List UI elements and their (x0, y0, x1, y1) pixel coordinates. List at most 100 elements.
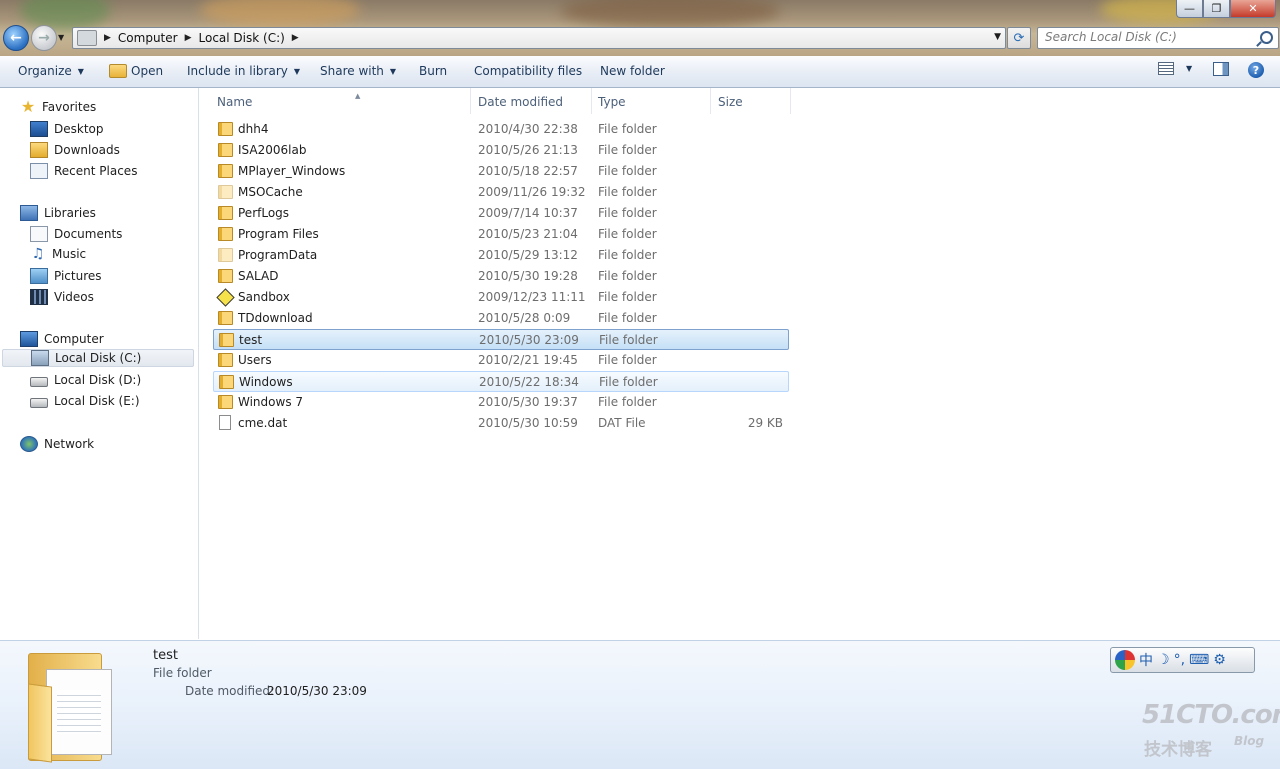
file-date-modified: 2009/7/14 10:37 (478, 206, 578, 220)
file-row[interactable]: Program Files 2010/5/23 21:04 File folder (213, 224, 787, 244)
nav-item-pictures[interactable]: Pictures (30, 268, 102, 284)
file-date-modified: 2010/5/30 19:28 (478, 269, 578, 283)
file-row[interactable]: Windows 2010/5/22 18:34 File folder (213, 371, 789, 392)
back-button[interactable]: ← (3, 25, 29, 51)
include-in-library-label: Include in library (187, 64, 288, 78)
burn-button[interactable]: Burn (419, 64, 447, 78)
refresh-icon: ⟳ (1013, 30, 1025, 46)
include-in-library-button[interactable]: Include in library ▼ (187, 64, 300, 78)
network-icon (20, 436, 38, 452)
file-row[interactable]: dhh4 2010/4/30 22:38 File folder (213, 119, 787, 139)
address-bar[interactable]: ▶ Computer ▶ Local Disk (C:) ▶ ▼ (72, 27, 1006, 49)
minimize-button[interactable]: — (1176, 0, 1203, 18)
breadcrumb-computer[interactable]: Computer (118, 31, 178, 45)
column-header-type[interactable]: Type (598, 93, 626, 111)
file-row[interactable]: ProgramData 2010/5/29 13:12 File folder (213, 245, 787, 265)
new-folder-button[interactable]: New folder (600, 64, 665, 78)
file-type: File folder (598, 143, 657, 157)
file-type: File folder (598, 206, 657, 220)
column-divider[interactable] (790, 88, 791, 114)
column-header-name[interactable]: Name ▲ (217, 92, 360, 111)
moon-icon[interactable]: ☽ (1157, 652, 1170, 668)
change-view-button[interactable]: ▼ (1158, 62, 1192, 75)
file-row[interactable]: SALAD 2010/5/30 19:28 File folder (213, 266, 787, 286)
column-header-size[interactable]: Size (718, 93, 743, 111)
folder-icon (218, 164, 233, 178)
nav-libraries[interactable]: Libraries (20, 205, 96, 221)
help-button[interactable]: ? (1248, 62, 1264, 78)
address-dropdown-icon[interactable]: ▼ (994, 32, 1001, 42)
share-with-button[interactable]: Share with ▼ (320, 64, 396, 78)
search-icon[interactable] (1260, 31, 1273, 44)
forward-button[interactable]: → (31, 25, 57, 51)
file-row[interactable]: MSOCache 2009/11/26 19:32 File folder (213, 182, 787, 202)
nav-label: Music (52, 247, 87, 261)
file-row[interactable]: TDdownload 2010/5/28 0:09 File folder (213, 308, 787, 328)
ime-chinese-mode[interactable]: 中 (1139, 650, 1153, 670)
watermark-site: 51CTO.com (1142, 700, 1280, 730)
watermark: 51CTO.com 技术博客 Blog (1142, 700, 1280, 762)
chevron-right-icon[interactable]: ▶ (185, 33, 192, 43)
breadcrumb-local-disk-c[interactable]: Local Disk (C:) (199, 31, 285, 45)
ime-toolbar[interactable]: 中 ☽ °, ⌨ ⚙ (1110, 647, 1255, 673)
pictures-icon (30, 268, 48, 284)
close-button[interactable]: ✕ (1230, 0, 1276, 18)
file-icon (219, 415, 231, 430)
nav-label: Local Disk (C:) (55, 351, 142, 365)
file-row[interactable]: Users 2010/2/21 19:45 File folder (213, 350, 787, 370)
music-note-icon: ♫ (31, 246, 45, 262)
folder-icon (218, 143, 233, 157)
compatibility-files-label: Compatibility files (474, 64, 583, 78)
column-divider[interactable] (710, 88, 711, 114)
file-name: MPlayer_Windows (238, 164, 346, 178)
nav-item-recent-places[interactable]: Recent Places (30, 163, 137, 179)
compatibility-files-button[interactable]: Compatibility files (474, 64, 582, 78)
file-row[interactable]: Sandbox 2009/12/23 11:11 File folder (213, 287, 787, 307)
file-date-modified: 2010/5/30 23:09 (479, 333, 579, 347)
file-row[interactable]: cme.dat 2010/5/30 10:59 DAT File 29 KB (213, 413, 787, 433)
search-box[interactable] (1037, 27, 1279, 49)
nav-item-local-disk-e[interactable]: Local Disk (E:) (30, 394, 140, 408)
file-row[interactable]: ISA2006lab 2010/5/26 21:13 File folder (213, 140, 787, 160)
refresh-button[interactable]: ⟳ (1007, 27, 1031, 49)
nav-network[interactable]: Network (20, 436, 94, 452)
punctuation-icon[interactable]: °, (1174, 652, 1185, 668)
nav-item-local-disk-d[interactable]: Local Disk (D:) (30, 373, 141, 387)
maximize-button[interactable]: ❐ (1203, 0, 1230, 18)
nav-item-documents[interactable]: Documents (30, 226, 122, 242)
drive-icon (30, 377, 48, 387)
ime-logo-icon[interactable] (1115, 650, 1135, 670)
column-divider[interactable] (470, 88, 471, 114)
computer-icon (77, 30, 97, 46)
nav-item-desktop[interactable]: Desktop (30, 121, 104, 137)
wallpaper-blob (560, 0, 780, 28)
open-button[interactable]: Open (109, 64, 163, 78)
file-row[interactable]: MPlayer_Windows 2010/5/18 22:57 File folde… (213, 161, 787, 181)
file-row[interactable]: test 2010/5/30 23:09 File folder (213, 329, 789, 350)
file-row[interactable]: Windows 7 2010/5/30 19:37 File folder (213, 392, 787, 412)
nav-favorites[interactable]: ★ Favorites (20, 99, 96, 115)
nav-item-videos[interactable]: Videos (30, 289, 94, 305)
nav-item-downloads[interactable]: Downloads (30, 142, 120, 158)
column-header-date[interactable]: Date modified (478, 93, 563, 111)
recent-pages-dropdown[interactable]: ▼ (58, 33, 64, 42)
preview-pane-button[interactable] (1213, 62, 1229, 76)
chevron-down-icon: ▼ (293, 66, 301, 76)
keyboard-icon[interactable]: ⌨ (1189, 652, 1209, 668)
file-type: File folder (598, 227, 657, 241)
gear-icon[interactable]: ⚙ (1213, 652, 1226, 668)
nav-item-music[interactable]: ♫ Music (30, 247, 86, 261)
file-type: File folder (598, 290, 657, 304)
file-type: DAT File (598, 416, 646, 430)
chevron-right-icon[interactable]: ▶ (292, 33, 299, 43)
nav-label: Libraries (44, 206, 96, 220)
column-divider[interactable] (591, 88, 592, 114)
nav-item-local-disk-c[interactable]: Local Disk (C:) (2, 349, 194, 367)
search-input[interactable] (1038, 28, 1255, 46)
file-row[interactable]: PerfLogs 2009/7/14 10:37 File folder (213, 203, 787, 223)
nav-computer[interactable]: Computer (20, 331, 104, 347)
organize-button[interactable]: Organize ▼ (18, 64, 84, 78)
chevron-right-icon[interactable]: ▶ (104, 33, 111, 43)
folder-icon (218, 227, 233, 241)
navigation-pane: ★ Favorites Desktop Downloads Recent Plac… (0, 88, 199, 639)
